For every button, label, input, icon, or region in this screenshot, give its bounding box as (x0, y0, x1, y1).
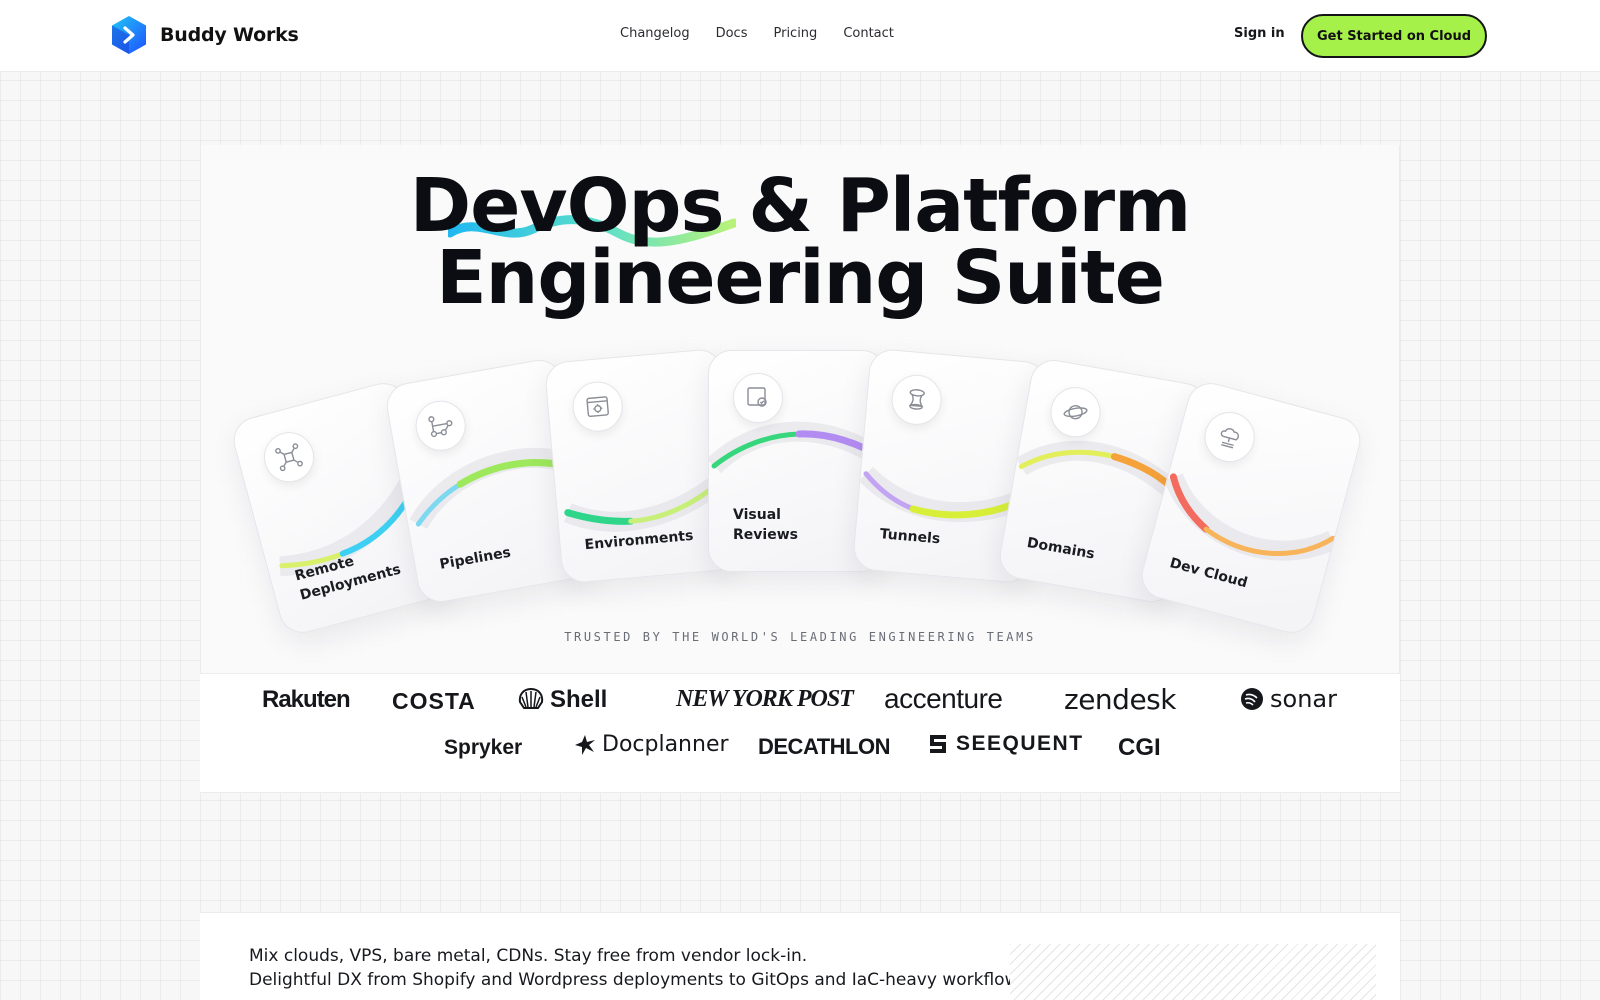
nav-pricing[interactable]: Pricing (773, 26, 817, 41)
logo-shell-text: Shell (550, 686, 608, 713)
brand-name: Buddy Works (160, 24, 299, 46)
logo-decathlon: DECATHLON (758, 734, 890, 760)
card-label: Visual Reviews (733, 505, 798, 545)
logo-nyp-text: New York Post (676, 686, 854, 712)
nav-contact[interactable]: Contact (843, 26, 894, 41)
seequent-emblem-icon (930, 735, 946, 753)
logo-docplanner: Docplanner (574, 732, 729, 757)
buddy-logo-icon (112, 16, 146, 54)
nav-docs[interactable]: Docs (716, 26, 748, 41)
headline-line-2: Engineering Suite (436, 235, 1165, 321)
brand-logo-link[interactable]: Buddy Works (110, 15, 299, 55)
sign-in-link[interactable]: Sign in (1234, 26, 1285, 41)
logo-cgi: CGI (1118, 734, 1161, 762)
logo-shell: Shell (518, 686, 607, 714)
nav-changelog[interactable]: Changelog (620, 26, 690, 41)
card-label-line-1: Visual (733, 507, 781, 523)
logo-spryker-text: Spryker (444, 736, 523, 759)
get-started-button[interactable]: Get Started on Cloud (1301, 14, 1487, 58)
logo-new-york-post: New York Post (676, 686, 854, 713)
logo-rakuten-text: Rakuten (262, 686, 351, 713)
logo-rakuten: Rakuten (262, 686, 351, 714)
logo-seequent: SEEQUENT (928, 732, 1084, 756)
logo-decathlon-text: DECATHLON (758, 734, 890, 759)
trusted-by-caption: TRUSTED BY THE WORLD'S LEADING ENGINEERI… (564, 630, 1036, 644)
sonar-emblem-icon (1241, 688, 1263, 710)
tagline-line-2: Delightful DX from Shopify and Wordpress… (249, 970, 1033, 990)
main-nav: Changelog Docs Pricing Contact (620, 26, 894, 41)
logo-seequent-text: SEEQUENT (956, 732, 1084, 755)
card-label-line-2: Reviews (733, 527, 798, 543)
headline-line-1: DevOps & Platform (409, 163, 1191, 249)
site-header: Buddy Works Changelog Docs Pricing Conta… (0, 0, 1600, 72)
logo-sonar: sonar (1240, 685, 1337, 713)
features-tagline: Mix clouds, VPS, bare metal, CDNs. Stay … (249, 944, 1033, 992)
hero-headline: DevOps & Platform Engineering Suite (0, 163, 1600, 321)
logo-docplanner-text: Docplanner (602, 732, 729, 757)
docplanner-emblem-icon (575, 734, 595, 755)
shell-emblem-icon (518, 688, 544, 709)
logo-zendesk-text: zendesk (1064, 683, 1176, 716)
customer-logos: Rakuten COSTA Shell New York Post accent… (200, 673, 1400, 793)
logo-accenture-text: accenture (884, 683, 1003, 714)
logo-sonar-text: sonar (1270, 685, 1337, 713)
logo-zendesk: zendesk (1064, 683, 1176, 716)
tagline-line-1: Mix clouds, VPS, bare metal, CDNs. Stay … (249, 946, 808, 966)
logo-costa-text: COSTA (392, 688, 476, 714)
logo-costa: COSTA (392, 688, 476, 715)
visual-review-icon (733, 373, 783, 423)
logo-spryker: Spryker (444, 736, 522, 760)
logo-accenture: accenture (884, 683, 1003, 715)
logo-cgi-text: CGI (1118, 734, 1161, 761)
hatched-illustration-placeholder (1010, 944, 1376, 1000)
